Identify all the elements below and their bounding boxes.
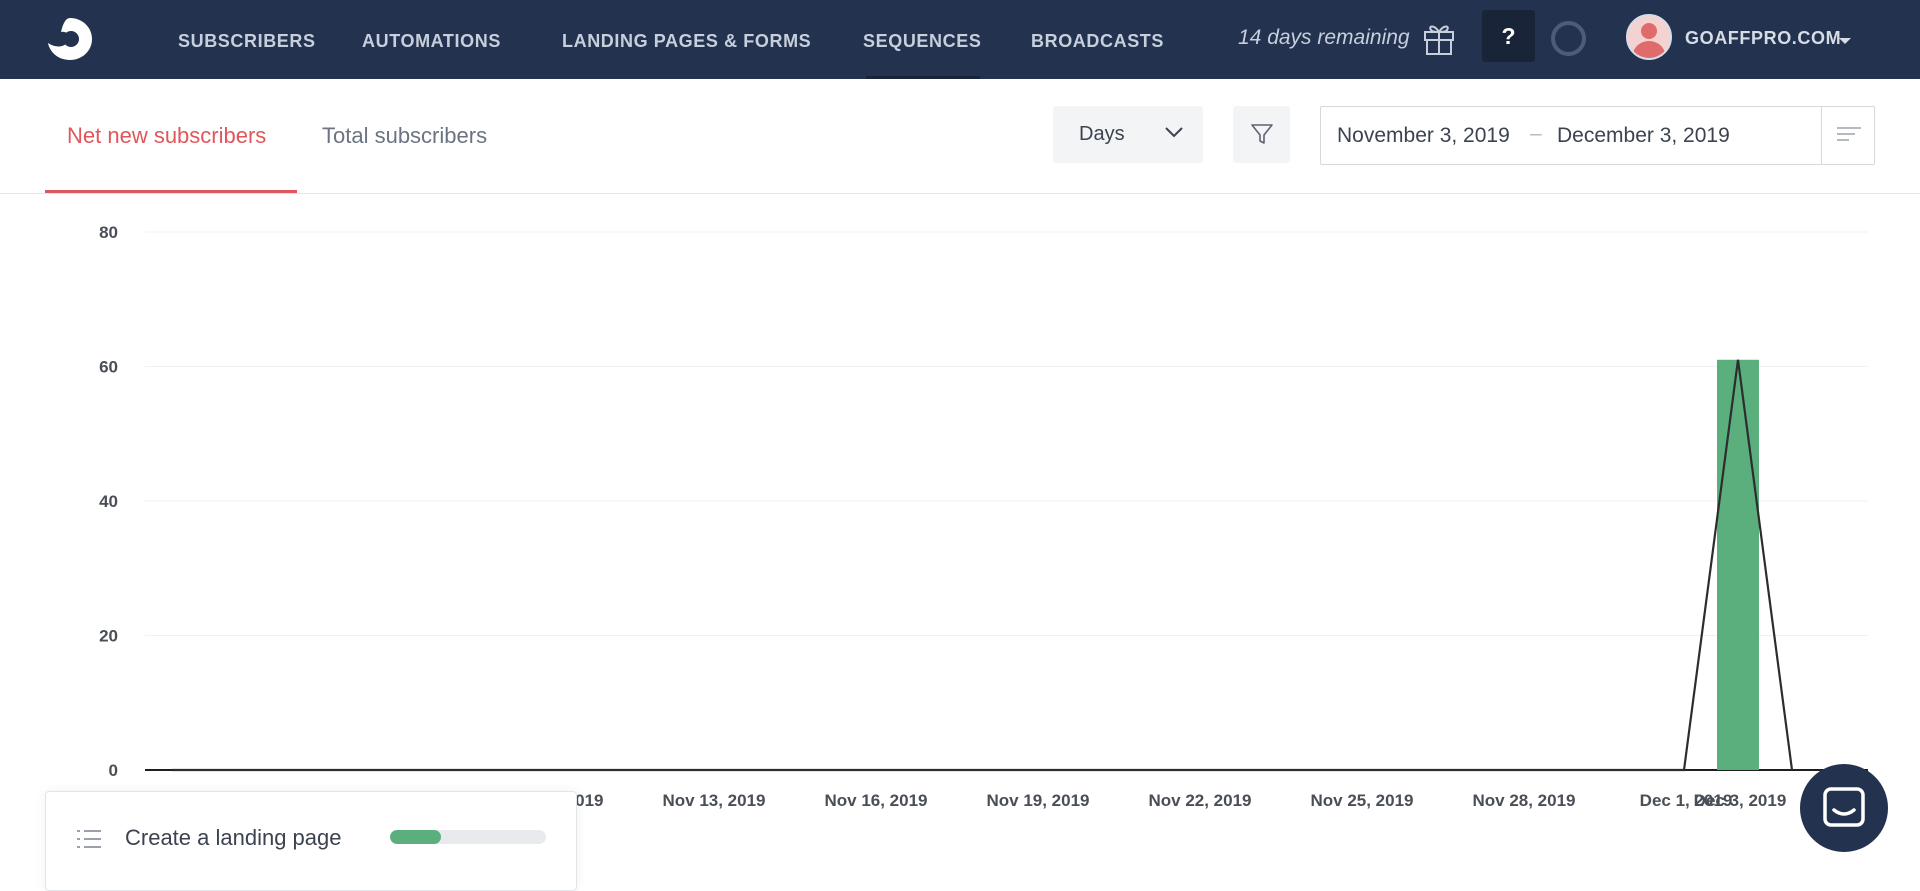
tab-net-new-subscribers[interactable]: Net new subscribers [67, 123, 266, 149]
nav-sequences[interactable]: SEQUENCES [863, 31, 981, 52]
date-range-picker[interactable]: November 3, 2019 – December 3, 2019 [1320, 106, 1875, 165]
filter-icon [1251, 124, 1273, 144]
interval-select-value: Days [1079, 123, 1125, 145]
nav-broadcasts[interactable]: BROADCASTS [1031, 31, 1164, 52]
chevron-down-icon [1165, 127, 1183, 138]
filter-button[interactable] [1233, 106, 1290, 163]
y-tick-label: 20 [99, 627, 118, 646]
y-tick-label: 60 [99, 358, 118, 377]
x-tick-label: Nov 28, 2019 [1472, 791, 1575, 810]
x-tick-label: Nov 16, 2019 [824, 791, 927, 810]
trial-remaining-text[interactable]: 14 days remaining [1238, 26, 1410, 50]
tab-active-indicator [45, 190, 297, 193]
chat-icon [1823, 787, 1865, 827]
checklist-icon [77, 830, 101, 848]
x-tick-label: Nov 13, 2019 [662, 791, 765, 810]
interval-select[interactable]: Days [1053, 106, 1203, 163]
onboarding-progress-bar [390, 830, 546, 844]
caret-down-icon[interactable] [1839, 38, 1851, 44]
onboarding-checklist-card[interactable]: Create a landing page [45, 791, 577, 891]
subscribers-chart: 020406080Nov 10, 2019Nov 13, 2019Nov 16,… [99, 223, 1868, 810]
date-menu-button[interactable] [1821, 107, 1875, 164]
x-tick-label: Nov 25, 2019 [1310, 791, 1413, 810]
report-toolbar: Net new subscribers Total subscribers Da… [0, 79, 1920, 194]
x-tick-label: Nov 19, 2019 [986, 791, 1089, 810]
nav-landing-pages-forms[interactable]: LANDING PAGES & FORMS [562, 31, 811, 52]
list-lines-icon [1837, 127, 1861, 141]
help-button[interactable]: ? [1482, 10, 1535, 62]
top-navigation: SUBSCRIBERS AUTOMATIONS LANDING PAGES & … [0, 0, 1920, 79]
status-ring-icon [1551, 21, 1586, 56]
x-tick-label: Nov 22, 2019 [1148, 791, 1251, 810]
date-end[interactable]: December 3, 2019 [1557, 124, 1730, 148]
avatar[interactable] [1626, 14, 1672, 60]
onboarding-progress-fill [390, 830, 442, 844]
gift-icon[interactable] [1422, 20, 1456, 56]
bar [1717, 359, 1759, 770]
date-separator: – [1530, 122, 1542, 145]
nav-subscribers[interactable]: SUBSCRIBERS [178, 31, 316, 52]
y-tick-label: 40 [99, 492, 118, 511]
y-tick-label: 0 [109, 761, 118, 780]
tab-total-subscribers[interactable]: Total subscribers [322, 123, 487, 149]
chat-launcher-button[interactable] [1800, 764, 1888, 852]
trend-line [172, 359, 1794, 772]
nav-automations[interactable]: AUTOMATIONS [362, 31, 501, 52]
x-tick-label: Dec 3, 2019 [1694, 791, 1787, 810]
y-tick-label: 80 [99, 223, 118, 242]
date-start[interactable]: November 3, 2019 [1337, 124, 1510, 148]
account-menu[interactable]: GOAFFPRO.COM [1685, 28, 1841, 49]
onboarding-task-label: Create a landing page [125, 825, 342, 850]
convertkit-logo-icon[interactable] [44, 14, 96, 62]
